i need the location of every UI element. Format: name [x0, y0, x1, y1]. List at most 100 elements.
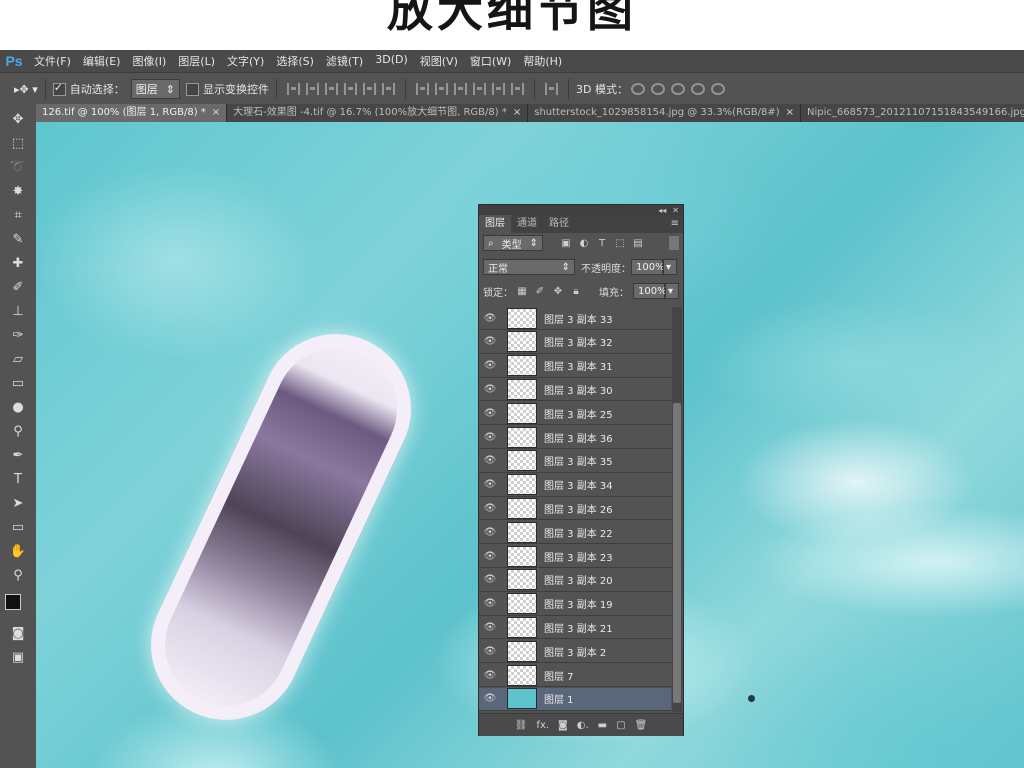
- eye-icon[interactable]: 👁︎: [479, 313, 501, 324]
- menu-item[interactable]: 文件(F): [28, 53, 77, 69]
- panel-menu-icon[interactable]: ≡: [671, 215, 683, 233]
- layer-row[interactable]: 👁︎ 图层 3 副本 32: [479, 330, 671, 354]
- distribute-vcenter-icon[interactable]: [434, 83, 448, 95]
- collapse-icon[interactable]: ◂◂: [658, 206, 666, 215]
- filter-type-icon[interactable]: T: [596, 237, 608, 249]
- opacity-input[interactable]: 100%: [631, 259, 665, 275]
- blend-mode-dropdown[interactable]: 正常 ⇕: [483, 259, 575, 275]
- lock-transparent-icon[interactable]: ▦: [516, 285, 528, 297]
- type-tool-icon[interactable]: T: [8, 470, 28, 488]
- eye-icon[interactable]: 👁︎: [479, 384, 501, 395]
- close-icon[interactable]: ×: [513, 104, 521, 122]
- lasso-tool-icon[interactable]: ➰: [8, 158, 28, 176]
- lock-all-icon[interactable]: 🔒︎: [570, 285, 582, 297]
- document-tab[interactable]: shutterstock_1029858154.jpg @ 33.3%(RGB/…: [528, 104, 802, 122]
- history-brush-tool-icon[interactable]: ✑: [8, 326, 28, 344]
- auto-align-icon[interactable]: [544, 83, 558, 95]
- distribute-bottom-icon[interactable]: [453, 83, 467, 95]
- dodge-tool-icon[interactable]: ⚲: [8, 422, 28, 440]
- tab-paths[interactable]: 路径: [543, 215, 575, 233]
- screen-mode-icon[interactable]: ▣: [8, 648, 28, 666]
- distribute-hcenter-icon[interactable]: [491, 83, 505, 95]
- layers-scrollbar[interactable]: [672, 307, 682, 712]
- path-selection-tool-icon[interactable]: ➤: [8, 494, 28, 512]
- layer-row[interactable]: 👁︎ 图层 3 副本 19: [479, 592, 671, 616]
- layer-row[interactable]: 👁︎ 图层 3 副本 36: [479, 426, 671, 449]
- menu-item[interactable]: 帮助(H): [517, 53, 568, 69]
- document-tab[interactable]: Nipic_668573_20121107151843549166.jpg @ …: [801, 104, 1024, 122]
- gradient-tool-icon[interactable]: ▭: [8, 374, 28, 392]
- layer-row[interactable]: 👁︎ 图层 3 副本 20: [479, 568, 671, 592]
- eye-icon[interactable]: 👁︎: [479, 574, 501, 585]
- healing-brush-tool-icon[interactable]: ✚: [8, 254, 28, 272]
- marquee-tool-icon[interactable]: ⬚: [8, 134, 28, 152]
- close-icon[interactable]: ×: [786, 104, 794, 122]
- adjustment-layer-icon[interactable]: ◐.: [577, 720, 589, 731]
- panel-title-bar[interactable]: ◂◂ ✕: [479, 205, 683, 215]
- distribute-top-icon[interactable]: [415, 83, 429, 95]
- menu-item[interactable]: 选择(S): [270, 53, 320, 69]
- zoom-tool-icon[interactable]: ⚲: [8, 566, 28, 584]
- filter-pixel-icon[interactable]: ▣: [560, 237, 572, 249]
- close-icon[interactable]: ✕: [672, 206, 679, 215]
- scale-3d-icon[interactable]: [710, 83, 725, 95]
- menu-item[interactable]: 视图(V): [414, 53, 464, 69]
- new-group-icon[interactable]: ▬: [598, 720, 607, 731]
- close-icon[interactable]: ×: [212, 104, 220, 122]
- tab-channels[interactable]: 通道: [511, 215, 543, 233]
- fill-input[interactable]: 100%: [633, 283, 667, 299]
- distribute-left-icon[interactable]: [472, 83, 486, 95]
- lock-position-icon[interactable]: ✥: [552, 285, 564, 297]
- eye-icon[interactable]: 👁︎: [479, 336, 501, 347]
- add-mask-icon[interactable]: ◙: [558, 720, 568, 731]
- auto-select-checkbox[interactable]: [52, 81, 66, 96]
- new-layer-icon[interactable]: ▢: [616, 720, 625, 731]
- filter-shape-icon[interactable]: ⬚: [614, 237, 626, 249]
- eye-icon[interactable]: 👁︎: [479, 693, 501, 704]
- layer-row[interactable]: 👁︎ 图层 3 副本 34: [479, 473, 671, 497]
- menu-item[interactable]: 窗口(W): [464, 53, 517, 69]
- layer-row[interactable]: 👁︎ 图层 3 副本 30: [479, 378, 671, 402]
- align-right-icon[interactable]: [381, 83, 395, 95]
- brush-tool-icon[interactable]: ✐: [8, 278, 28, 296]
- foreground-color-swatch[interactable]: [5, 594, 21, 610]
- layer-style-fx-icon[interactable]: fx.: [536, 720, 549, 731]
- eye-icon[interactable]: 👁︎: [479, 479, 501, 490]
- menu-item[interactable]: 图像(I): [126, 53, 172, 69]
- eraser-tool-icon[interactable]: ▱: [8, 350, 28, 368]
- pen-tool-icon[interactable]: ✒: [8, 446, 28, 464]
- eye-icon[interactable]: 👁︎: [479, 598, 501, 609]
- layer-row[interactable]: 👁︎ 图层 7: [479, 664, 671, 687]
- eye-icon[interactable]: 👁︎: [479, 646, 501, 657]
- move-tool-icon[interactable]: ✥: [8, 110, 28, 128]
- align-hcenter-icon[interactable]: [362, 83, 376, 95]
- layer-row[interactable]: 👁︎ 图层 1: [479, 687, 671, 711]
- slide-3d-icon[interactable]: [690, 83, 705, 95]
- document-tab[interactable]: 大理石-效果图 -4.tif @ 16.7% (100%放大细节图, RGB/8…: [227, 104, 529, 122]
- opacity-dropdown-icon[interactable]: ▾: [663, 259, 677, 275]
- move-tool-preset-icon[interactable]: ▸✥ ▾: [14, 83, 38, 96]
- eye-icon[interactable]: 👁︎: [479, 670, 501, 681]
- roll-3d-icon[interactable]: [650, 83, 665, 95]
- filter-toggle[interactable]: [669, 236, 679, 250]
- hand-tool-icon[interactable]: ✋: [8, 542, 28, 560]
- layer-filter-dropdown[interactable]: ⌕ 类型 ⇕: [483, 235, 543, 251]
- layers-scrollbar-thumb[interactable]: [673, 403, 681, 703]
- delete-layer-icon[interactable]: 🗑︎: [635, 720, 648, 731]
- link-layers-icon[interactable]: ⛓: [515, 720, 528, 731]
- align-vcenter-icon[interactable]: [305, 83, 319, 95]
- menu-item[interactable]: 图层(L): [172, 53, 221, 69]
- layer-row[interactable]: 👁︎ 图层 3 副本 21: [479, 616, 671, 640]
- crop-tool-icon[interactable]: ⌗: [8, 206, 28, 224]
- eye-icon[interactable]: 👁︎: [479, 503, 501, 514]
- align-top-icon[interactable]: [286, 83, 300, 95]
- auto-select-target-dropdown[interactable]: 图层 ⇕: [130, 79, 180, 99]
- filter-smart-object-icon[interactable]: ▤: [632, 237, 644, 249]
- fill-dropdown-icon[interactable]: ▾: [665, 283, 679, 299]
- lock-image-icon[interactable]: ✐: [534, 285, 546, 297]
- eye-icon[interactable]: 👁︎: [479, 455, 501, 466]
- eye-icon[interactable]: 👁︎: [479, 527, 501, 538]
- layer-row[interactable]: 👁︎ 图层 3 副本 26: [479, 497, 671, 521]
- menu-item[interactable]: 文字(Y): [221, 53, 270, 69]
- eye-icon[interactable]: 👁︎: [479, 408, 501, 419]
